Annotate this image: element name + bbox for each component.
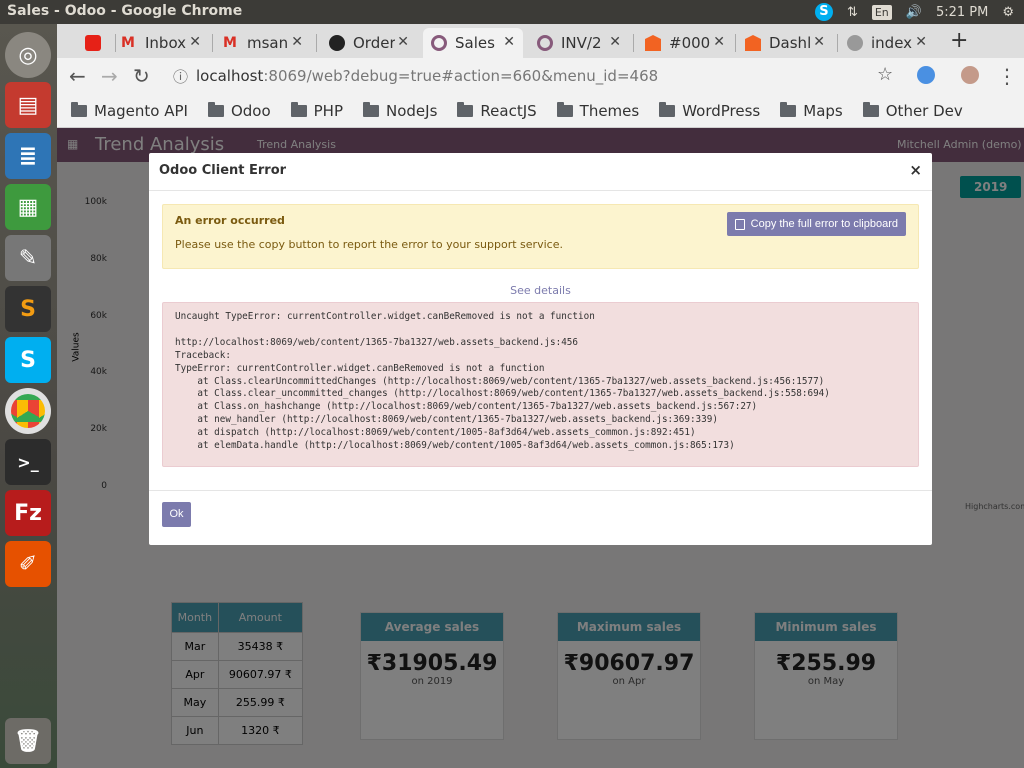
folder-icon xyxy=(290,101,307,117)
tab-strip: M Inbox ✕ M msan ✕ Order ✕ Sales ✕ INV/2 ✕ #0… xyxy=(57,24,1024,58)
close-tab-icon[interactable]: ✕ xyxy=(291,34,303,50)
system-settings-icon[interactable]: ✎ xyxy=(5,235,51,281)
skype-tray-icon[interactable]: S xyxy=(814,3,833,21)
libreoffice-calc-icon[interactable]: ▦ xyxy=(5,184,51,230)
bookmark-folder[interactable]: Themes xyxy=(556,101,639,120)
clock[interactable]: 5:21 PM xyxy=(936,5,988,20)
divider xyxy=(149,490,932,491)
forward-arrow-icon[interactable]: → xyxy=(101,64,118,88)
magento-icon xyxy=(645,35,661,51)
magento-icon xyxy=(745,35,761,51)
launcher-dock: ◎ ▤ ≣ ▦ ✎ S S >_ Fz ✐ 🗑 xyxy=(0,24,57,768)
bookmark-folder[interactable]: NodeJs xyxy=(363,101,437,120)
browser-toolbar: ← → ↻ ⓘ localhost:8069/web?debug=true#ac… xyxy=(57,58,1024,94)
settings-gear-icon[interactable]: ⚙ xyxy=(1002,5,1014,20)
network-icon[interactable]: ⇅ xyxy=(847,5,858,20)
reload-icon[interactable]: ↻ xyxy=(133,64,150,88)
youtube-icon xyxy=(85,35,101,51)
tab-order[interactable]: Order ✕ xyxy=(321,28,417,58)
close-tab-icon[interactable]: ✕ xyxy=(915,34,927,50)
new-tab-button[interactable]: + xyxy=(950,28,968,53)
back-arrow-icon[interactable]: ← xyxy=(69,64,86,88)
close-tab-icon[interactable]: ✕ xyxy=(189,34,201,50)
gmail-icon: M xyxy=(223,35,237,51)
clipboard-icon xyxy=(734,218,745,230)
folder-icon xyxy=(862,101,879,117)
bookmark-folder[interactable]: ReactJS xyxy=(457,101,537,120)
bookmark-folder[interactable]: Other Dev xyxy=(862,101,963,120)
copy-error-button[interactable]: Copy the full error to clipboard xyxy=(726,212,906,236)
close-icon[interactable]: × xyxy=(909,161,922,179)
tab-inbox[interactable]: M Inbox ✕ xyxy=(113,28,209,58)
bookmark-folder[interactable]: Maps xyxy=(780,101,843,120)
bookmark-folder[interactable]: Odoo xyxy=(207,101,271,120)
filezilla-icon[interactable]: Fz xyxy=(5,490,51,536)
profile-avatar[interactable] xyxy=(961,66,979,84)
ubuntu-dash-icon[interactable]: ◎ xyxy=(5,32,51,78)
system-top-bar: Sales - Odoo - Google Chrome S ⇅ En 🔊 5:… xyxy=(0,0,1024,24)
text-editor-icon[interactable]: ✐ xyxy=(5,541,51,587)
globe-icon xyxy=(847,35,863,51)
close-tab-icon[interactable]: ✕ xyxy=(813,34,825,50)
extension-icon[interactable] xyxy=(917,66,935,84)
folder-icon xyxy=(780,101,797,117)
sublime-text-icon[interactable]: S xyxy=(5,286,51,332)
bookmark-folder[interactable]: Magento API xyxy=(71,101,188,120)
divider xyxy=(149,190,932,191)
trash-icon[interactable]: 🗑 xyxy=(5,718,51,764)
window-title: Sales - Odoo - Google Chrome xyxy=(7,3,243,19)
file-manager-icon[interactable]: ▤ xyxy=(5,82,51,128)
tab-order-number[interactable]: #000 ✕ xyxy=(637,28,733,58)
folder-icon xyxy=(659,101,676,117)
alert-message: Please use the copy button to report the… xyxy=(175,238,563,251)
tab-dashboard[interactable]: Dashl ✕ xyxy=(737,28,833,58)
system-tray: S ⇅ En 🔊 5:21 PM ⚙ xyxy=(814,0,1024,24)
folder-icon xyxy=(207,101,224,117)
libreoffice-writer-icon[interactable]: ≣ xyxy=(5,133,51,179)
warning-alert: An error occurred Please use the copy bu… xyxy=(162,204,919,269)
bookmark-folder[interactable]: WordPress xyxy=(659,101,760,120)
address-bar[interactable]: ⓘ localhost:8069/web?debug=true#action=6… xyxy=(165,62,905,90)
google-chrome-icon[interactable] xyxy=(5,388,51,434)
close-tab-icon[interactable]: ✕ xyxy=(503,34,515,50)
tab-msan[interactable]: M msan ✕ xyxy=(215,28,311,58)
odoo-icon xyxy=(431,35,447,51)
see-details-link[interactable]: See details xyxy=(149,284,932,297)
menu-dots-icon[interactable]: ⋮ xyxy=(997,64,1017,88)
alert-title: An error occurred xyxy=(175,214,285,227)
tab-sales[interactable]: Sales ✕ xyxy=(423,28,523,58)
close-tab-icon[interactable]: ✕ xyxy=(713,34,725,50)
folder-icon xyxy=(363,101,380,117)
browser-window: M Inbox ✕ M msan ✕ Order ✕ Sales ✕ INV/2 ✕ #0… xyxy=(57,24,1024,768)
volume-icon[interactable]: 🔊 xyxy=(906,5,922,20)
folder-icon xyxy=(71,101,87,117)
tab-inv[interactable]: INV/2 ✕ xyxy=(529,28,629,58)
error-traceback: Uncaught TypeError: currentController.wi… xyxy=(162,302,919,467)
bookmarks-bar: Magento API Odoo PHP NodeJs ReactJS Them… xyxy=(57,94,1024,128)
bookmark-folder[interactable]: PHP xyxy=(290,101,343,120)
close-tab-icon[interactable]: ✕ xyxy=(397,34,409,50)
terminal-icon[interactable]: >_ xyxy=(5,439,51,485)
skype-icon[interactable]: S xyxy=(5,337,51,383)
github-icon xyxy=(329,35,345,51)
close-tab-icon[interactable]: ✕ xyxy=(609,34,621,50)
odoo-icon xyxy=(537,35,553,51)
keyboard-layout-indicator[interactable]: En xyxy=(871,4,892,20)
gmail-icon: M xyxy=(121,35,135,51)
bookmark-star-icon[interactable]: ☆ xyxy=(877,64,893,85)
folder-icon xyxy=(457,101,474,117)
page-viewport: ▦ Trend Analysis Trend Analysis Mitchell… xyxy=(57,128,1024,768)
info-icon[interactable]: ⓘ xyxy=(173,66,188,87)
tab-index[interactable]: index ✕ xyxy=(839,28,935,58)
dialog-title: Odoo Client Error xyxy=(159,163,287,178)
error-dialog: Odoo Client Error × An error occurred Pl… xyxy=(149,153,932,545)
folder-icon xyxy=(556,101,573,117)
ok-button[interactable]: Ok xyxy=(162,502,191,527)
